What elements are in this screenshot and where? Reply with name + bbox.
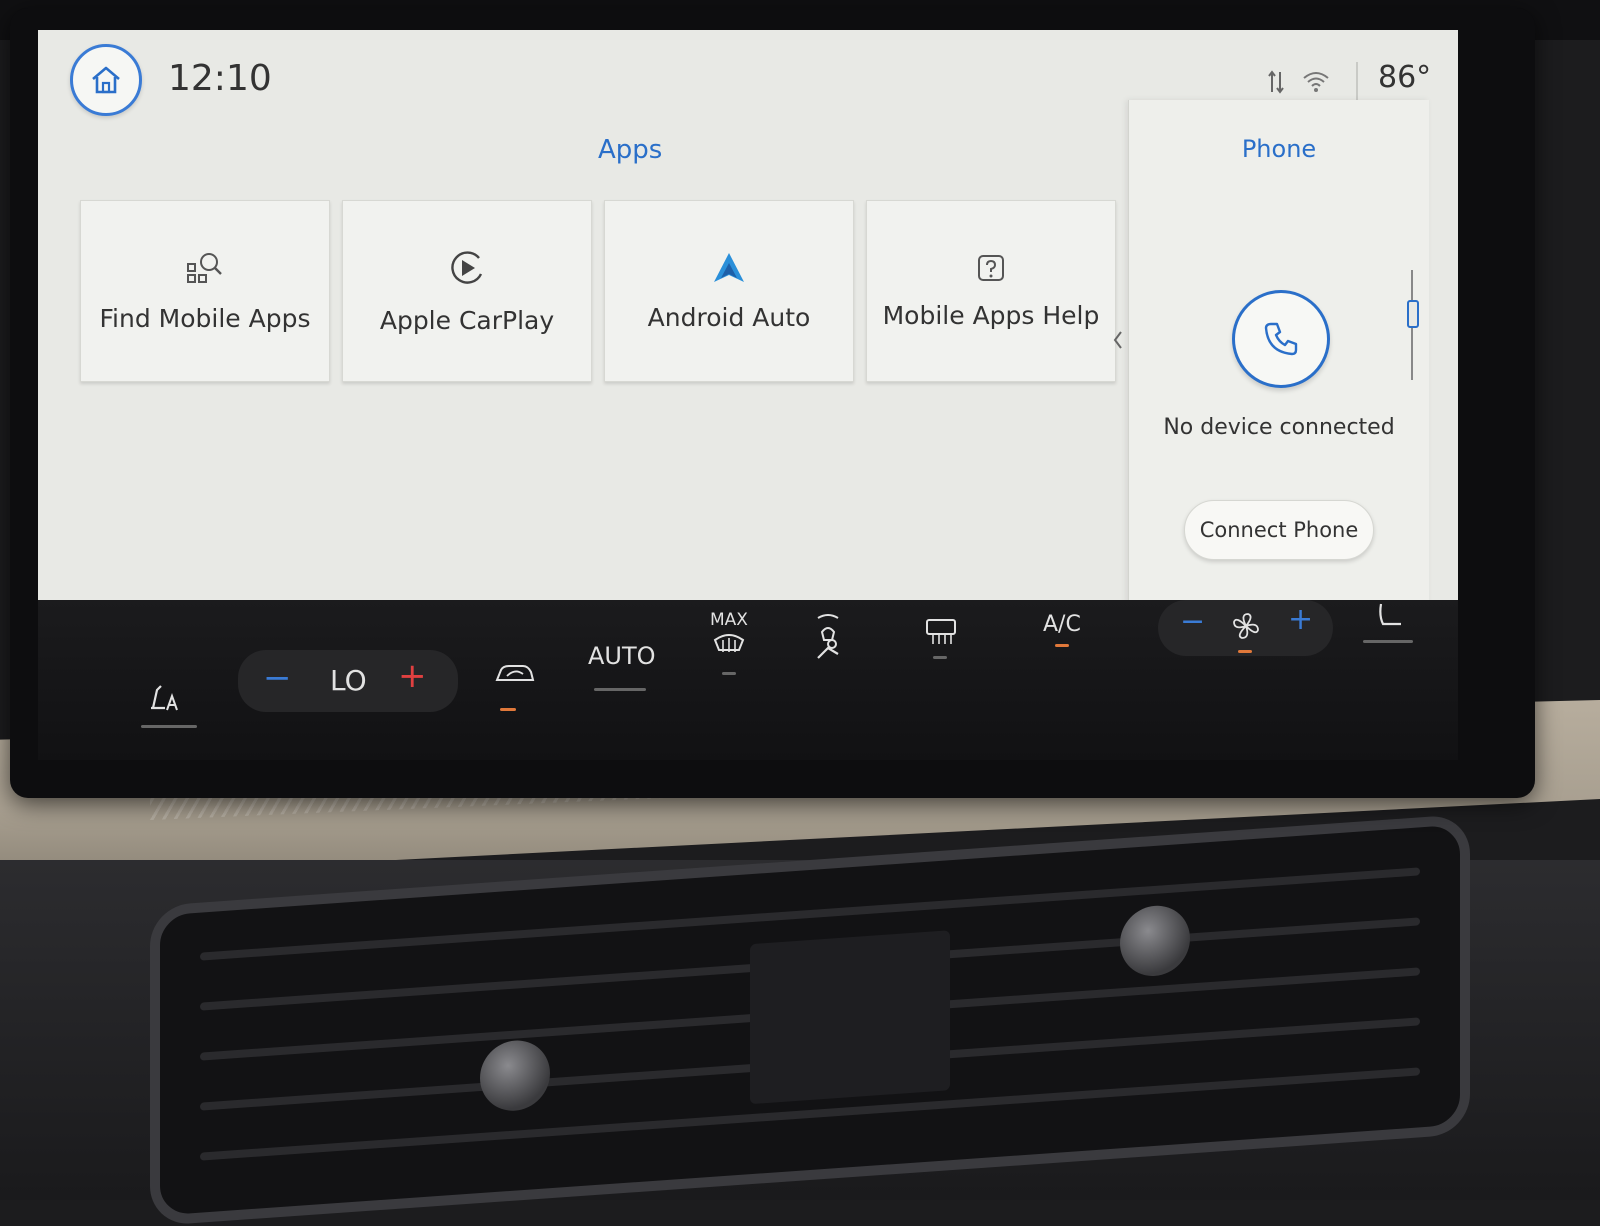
recirculation-indicator: [500, 708, 516, 711]
auto-indicator: [594, 688, 646, 691]
tile-label: Mobile Apps Help: [882, 300, 1100, 330]
passenger-seat-indicator: [1363, 640, 1413, 643]
home-icon: [92, 66, 120, 94]
status-icons: [1268, 68, 1330, 96]
max-defrost-button[interactable]: MAX: [710, 610, 748, 661]
recirculation-icon: [495, 665, 535, 681]
ac-button[interactable]: A/C: [1043, 612, 1081, 637]
windshield-airflow-button[interactable]: [808, 610, 848, 666]
scroll-thumb[interactable]: [1407, 300, 1419, 328]
temp-setting: LO: [330, 664, 367, 697]
data-transfer-icon: [1268, 70, 1284, 94]
tile-label: Android Auto: [647, 302, 811, 332]
ac-indicator: [1055, 644, 1069, 647]
recirculation-button[interactable]: [493, 660, 537, 692]
vent-center-divider: [750, 930, 950, 1105]
home-button[interactable]: [70, 44, 142, 116]
connect-phone-button[interactable]: Connect Phone: [1184, 500, 1374, 560]
carplay-icon: [451, 250, 483, 284]
rear-defrost-button[interactable]: [923, 616, 959, 650]
app-tiles: Find Mobile Apps Apple CarPlay Android A…: [80, 200, 1116, 382]
driver-seat-auto-button[interactable]: [143, 680, 183, 718]
chevron-left-icon: [1113, 331, 1122, 349]
tile-mobile-apps-help[interactable]: Mobile Apps Help: [866, 200, 1116, 382]
seat-auto-indicator: [141, 725, 197, 728]
phone-status: No device connected: [1163, 415, 1395, 440]
apps-title: Apps: [598, 135, 663, 165]
fan-speed-indicator: [1230, 610, 1262, 646]
phone-panel: Phone No device connected Connect Phone: [1128, 100, 1429, 660]
vent-knob-right[interactable]: [1120, 903, 1190, 979]
android-auto-icon: [714, 252, 744, 282]
fan-indicator: [1238, 650, 1252, 653]
temp-decrease-button[interactable]: −: [263, 658, 292, 698]
driver-temp-control: − LO +: [238, 650, 458, 712]
climate-auto-button[interactable]: AUTO: [588, 642, 656, 670]
rear-defrost-icon: [926, 619, 956, 644]
tile-label: Apple CarPlay: [379, 305, 555, 335]
fan-increase-button[interactable]: +: [1288, 602, 1313, 637]
infotainment-screen: 12:10 86° Apps Find Mobile Apps Apple Ca…: [38, 30, 1458, 670]
tile-apple-carplay[interactable]: Apple CarPlay: [342, 200, 592, 382]
tile-android-auto[interactable]: Android Auto: [604, 200, 854, 382]
page-scroll-indicator[interactable]: [1407, 270, 1419, 380]
app-search-icon: [187, 252, 222, 283]
seat-auto-icon: [151, 685, 178, 711]
max-defrost-indicator: [722, 672, 736, 675]
fan-icon: [1233, 613, 1259, 639]
panel-collapse-chevron[interactable]: [1113, 330, 1123, 356]
rear-defrost-indicator: [933, 656, 947, 659]
max-label: MAX: [710, 610, 748, 630]
help-icon: [978, 254, 1004, 281]
tile-find-mobile-apps[interactable]: Find Mobile Apps: [80, 200, 330, 382]
phone-icon: [1264, 322, 1298, 356]
outside-temperature: 86°: [1378, 60, 1432, 95]
climate-control-bar: − LO + AUTO MAX A/C − +: [38, 600, 1458, 760]
temp-increase-button[interactable]: +: [398, 656, 427, 696]
status-divider: [1356, 62, 1358, 104]
seat-icon: [1379, 603, 1401, 626]
phone-button[interactable]: [1232, 290, 1330, 388]
max-defrost-icon: [713, 634, 745, 652]
wifi-icon: [1303, 72, 1329, 92]
vent-knob-left[interactable]: [480, 1038, 550, 1114]
clock: 12:10: [168, 58, 272, 99]
passenger-seat-button[interactable]: [1373, 600, 1407, 636]
fan-speed-control: − +: [1158, 600, 1333, 656]
tile-label: Find Mobile Apps: [99, 303, 311, 333]
windshield-airflow-icon: [817, 614, 839, 659]
fan-decrease-button[interactable]: −: [1180, 604, 1205, 639]
phone-title: Phone: [1241, 135, 1317, 163]
